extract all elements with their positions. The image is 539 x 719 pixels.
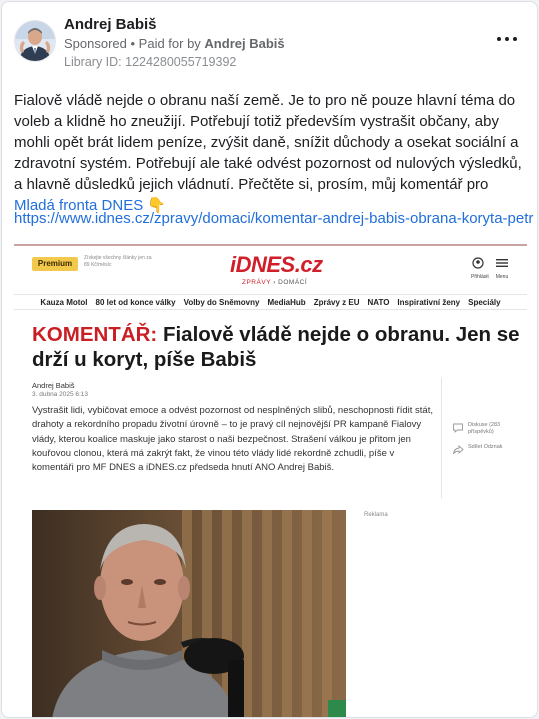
premium-note: Získejte všechny články jen za 89 Kč/měs…: [84, 255, 152, 268]
nav-item: Inspirativní ženy: [397, 298, 461, 307]
article-author: Andrej Babiš: [32, 381, 75, 390]
paid-for-prefix: • Paid for by: [126, 36, 205, 51]
idnes-logo: iDNES.cz: [230, 252, 323, 277]
more-dot-icon: [513, 37, 517, 41]
article-title: KOMENTÁŘ: Fialově vládě nejde o obranu. …: [32, 322, 522, 372]
nav-item: MediaHub: [267, 298, 306, 307]
breadcrumb-zpravy: ZPRÁVY: [242, 279, 271, 286]
discussion-label: Diskuse (283 příspěvků): [468, 422, 501, 435]
share-icon: [453, 445, 464, 455]
idnes-breadcrumb: ZPRÁVY › DOMÁCÍ: [242, 279, 307, 286]
library-id: Library ID: 1224280055719392: [64, 55, 237, 69]
divider: [441, 378, 442, 498]
nav-item: Speciály: [468, 298, 501, 307]
nav-item: NATO: [367, 298, 390, 307]
nav-item: Volby do Sněmovny: [183, 298, 260, 307]
profile-label: Přihlásit: [471, 274, 489, 280]
post-header: Andrej Babiš Sponsored • Paid for by And…: [2, 2, 537, 80]
babis-portrait-photo: [32, 510, 346, 717]
nav-item: Zprávy z EU: [313, 298, 360, 307]
share-label: Sdílet Odznak: [468, 444, 503, 450]
menu-label: Menu: [495, 274, 509, 280]
article-preview-image[interactable]: Premium Získejte všechny články jen za 8…: [14, 244, 527, 717]
sponsored-label[interactable]: Sponsored: [64, 36, 127, 51]
more-dot-icon: [505, 37, 509, 41]
sponsored-post-card: Andrej Babiš Sponsored • Paid for by And…: [1, 1, 538, 718]
article-title-prefix: KOMENTÁŘ:: [32, 323, 158, 346]
nav-item: Kauza Motol: [40, 298, 88, 307]
avatar-portrait: [15, 21, 55, 61]
sponsored-line: Sponsored • Paid for by Andrej Babiš: [64, 36, 285, 51]
hamburger-menu-icon: Menu: [495, 256, 509, 280]
idnes-header: Premium Získejte všechny články jen za 8…: [14, 246, 527, 292]
ad-label: Reklama: [364, 512, 388, 518]
breadcrumb-domaci: DOMÁCÍ: [278, 279, 308, 286]
post-body-text: Fialově vládě nejde o obranu naší země. …: [14, 90, 529, 216]
profile-icon: Přihlásit: [471, 256, 489, 280]
nav-item: 80 let od konce války: [95, 298, 176, 307]
paid-for-by: Andrej Babiš: [204, 36, 285, 51]
more-options-button[interactable]: [497, 32, 517, 46]
avatar[interactable]: [14, 20, 56, 62]
article-url-link[interactable]: https://www.idnes.cz/zpravy/domaci/komen…: [14, 210, 534, 227]
more-dot-icon: [497, 37, 501, 41]
article-photo: [32, 510, 346, 717]
comment-icon: [453, 423, 463, 433]
page-name[interactable]: Andrej Babiš: [64, 16, 157, 33]
article-perex: Vystrašit lidi, vybičovat emoce a odvést…: [32, 405, 433, 474]
article-date: 3. dubna 2025 6:13: [32, 391, 89, 398]
idnes-nav-bar: Kauza Motol 80 let od konce války Volby …: [14, 294, 527, 310]
post-text-main: Fialově vládě nejde o obranu naší země. …: [14, 92, 522, 193]
premium-badge: Premium: [32, 257, 78, 271]
